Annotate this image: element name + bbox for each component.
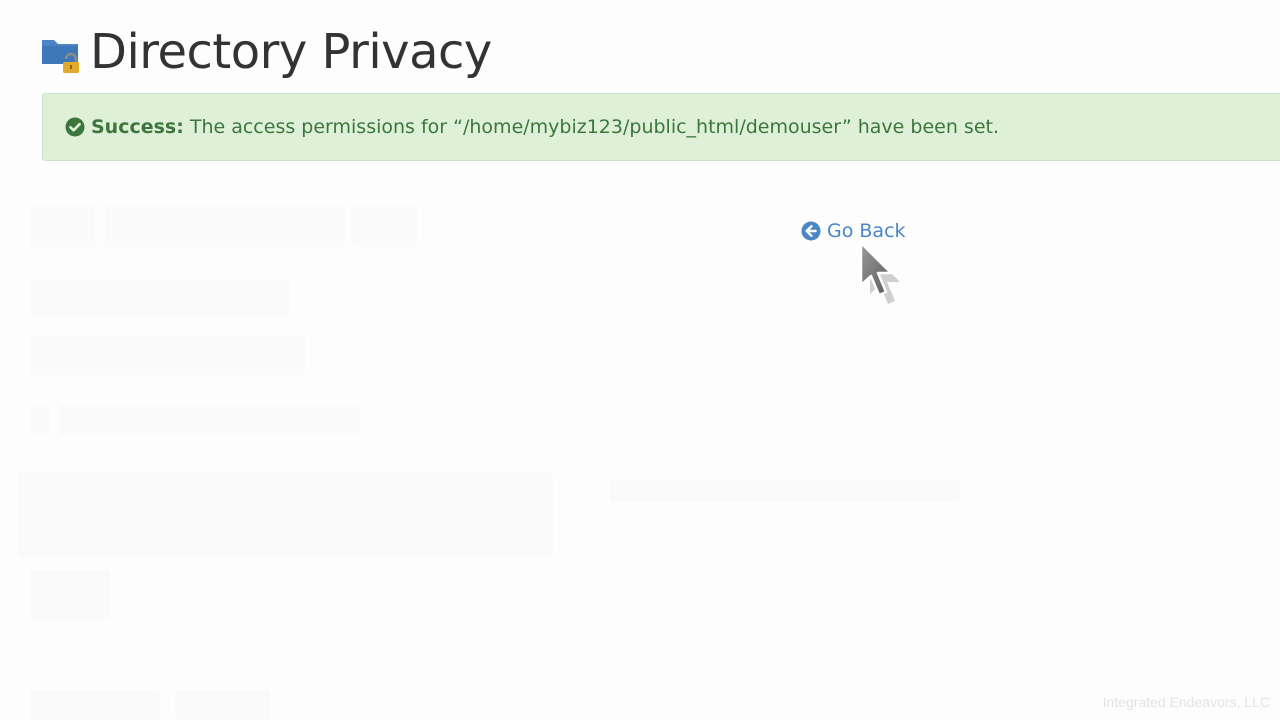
faded-background-block	[18, 472, 553, 557]
watermark: Integrated Endeavors, LLC	[1102, 694, 1270, 710]
check-circle-icon	[65, 117, 85, 137]
faded-background-block	[30, 280, 290, 316]
folder-lock-icon	[40, 30, 84, 74]
arrow-circle-left-icon	[801, 221, 821, 241]
faded-background-block	[352, 205, 417, 247]
faded-background-block	[30, 335, 305, 375]
page-header: Directory Privacy	[40, 22, 492, 82]
faded-background-block	[30, 205, 95, 247]
faded-background-block	[175, 690, 270, 720]
faded-background-block	[610, 480, 960, 502]
faded-background-block	[30, 570, 110, 620]
faded-background-block	[30, 405, 50, 435]
page-title: Directory Privacy	[90, 24, 492, 80]
faded-background-block	[105, 205, 345, 247]
alert-label: Success:	[91, 116, 184, 138]
faded-background-block	[30, 690, 160, 720]
alert-message: The access permissions for “/home/mybiz1…	[189, 116, 999, 138]
mouse-pointer-icon	[857, 239, 909, 311]
success-alert: Success: The access permissions for “/ho…	[42, 93, 1280, 161]
page: Directory Privacy Success: The access pe…	[0, 0, 1280, 720]
faded-background-block	[60, 405, 360, 435]
